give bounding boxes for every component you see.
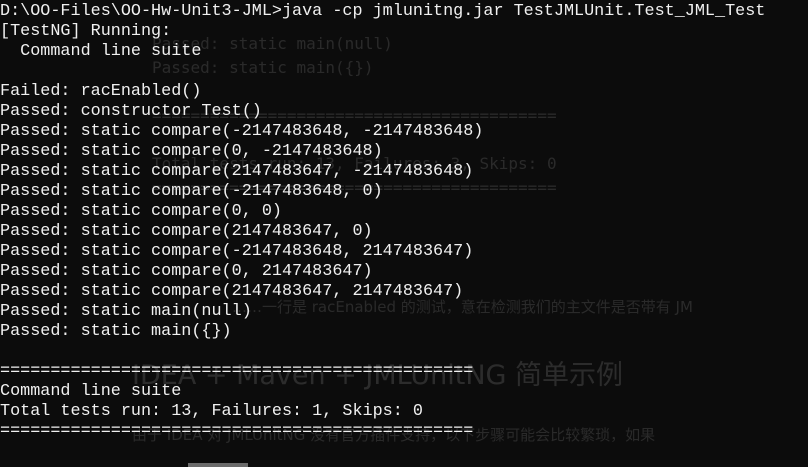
terminal-window[interactable]: Passed: static main(null) Passed: static… — [0, 0, 808, 467]
summary-totals-line: Total tests run: 13, Failures: 1, Skips:… — [0, 402, 423, 421]
suite-name-line: Command line suite — [0, 42, 202, 61]
test-result-line: Passed: static compare(2147483647, -2147… — [0, 162, 474, 181]
test-result-line: Passed: static compare(2147483647, 0) — [0, 222, 373, 241]
test-result-line: Passed: static main(null) — [0, 302, 252, 321]
testng-running-line: [TestNG] Running: — [0, 22, 172, 41]
horizontal-scrollbar-thumb[interactable] — [188, 463, 248, 467]
console-output[interactable]: D:\OO-Files\OO-Hw-Unit3-JML>java -cp jml… — [0, 2, 765, 442]
separator-line: ========================================… — [0, 422, 474, 441]
test-result-line: Passed: static main({}) — [0, 322, 232, 341]
separator-line: ========================================… — [0, 362, 474, 381]
command-prompt-line: D:\OO-Files\OO-Hw-Unit3-JML>java -cp jml… — [0, 2, 766, 21]
test-result-line: Passed: static compare(0, -2147483648) — [0, 142, 383, 161]
test-result-line: Failed: racEnabled() — [0, 82, 202, 101]
test-result-line: Passed: static compare(0, 2147483647) — [0, 262, 373, 281]
summary-suite-line: Command line suite — [0, 382, 182, 401]
test-result-line: Passed: static compare(2147483647, 21474… — [0, 282, 464, 301]
test-result-line: Passed: static compare(-2147483648, 0) — [0, 182, 383, 201]
test-result-line: Passed: constructor Test() — [0, 102, 262, 121]
test-result-line: Passed: static compare(-2147483648, 2147… — [0, 242, 474, 261]
test-result-line: Passed: static compare(-2147483648, -214… — [0, 122, 484, 141]
test-result-line: Passed: static compare(0, 0) — [0, 202, 282, 221]
